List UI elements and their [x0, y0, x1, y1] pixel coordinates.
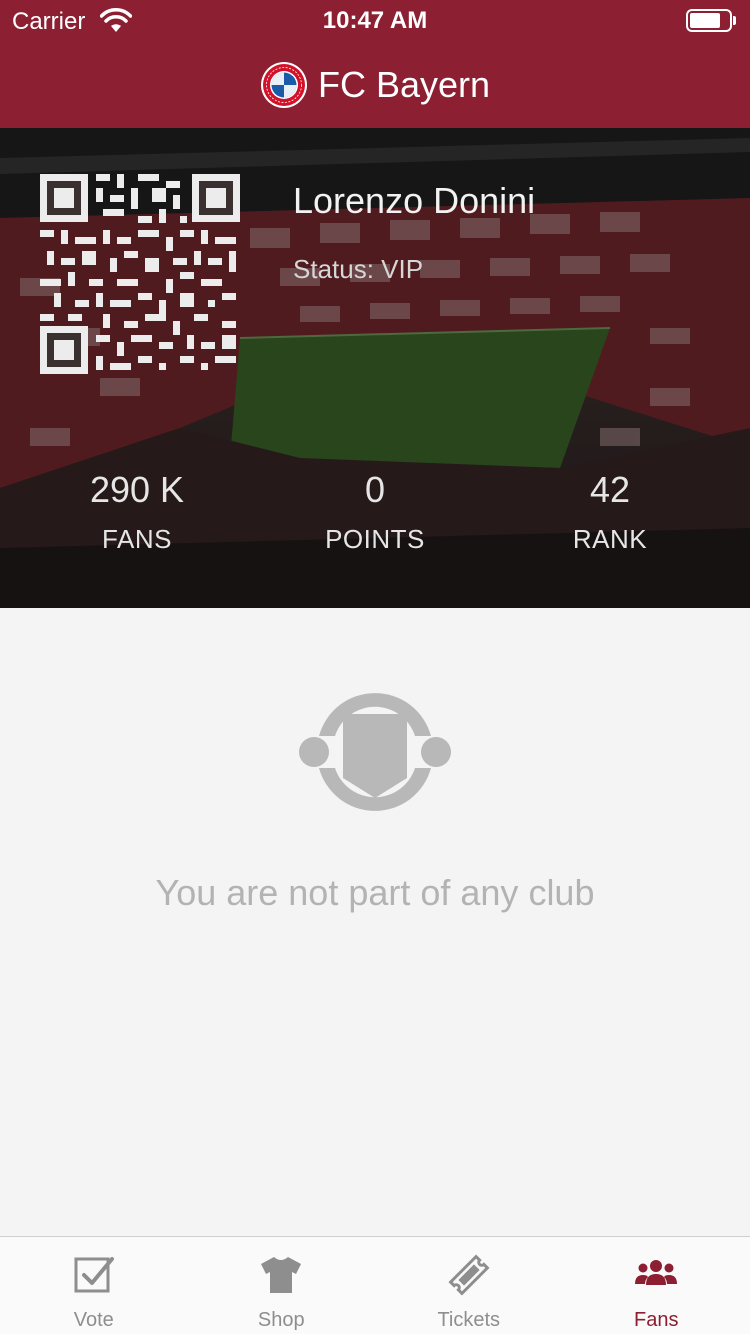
- navigation-header: Carrier 10:47 AM FC Bayern: [0, 0, 750, 128]
- stat-value: 0: [364, 469, 386, 510]
- stat-label: FANS: [102, 524, 172, 554]
- club-name-title: FC Bayern: [317, 64, 491, 105]
- club-badge-icon: [299, 693, 451, 811]
- stat-value: 290 K: [89, 469, 185, 510]
- stat-points: 0 POINTS: [275, 468, 475, 555]
- membership-status: Status: VIP: [293, 254, 424, 284]
- stat-label: RANK: [572, 524, 648, 554]
- ticket-icon: [448, 1254, 490, 1296]
- tab-shop[interactable]: Shop: [188, 1237, 376, 1334]
- empty-state-message: You are not part of any club: [155, 872, 595, 913]
- stat-rank: 42 RANK: [510, 468, 710, 555]
- tab-tickets[interactable]: Tickets: [375, 1237, 563, 1334]
- tab-label: Vote: [73, 1309, 114, 1331]
- checkbox-icon: [74, 1257, 114, 1293]
- tab-vote[interactable]: Vote: [0, 1237, 188, 1334]
- page-title: FC Bayern: [0, 60, 750, 110]
- profile-card: Lorenzo Donini Status: VIP 290 K FANS 0 …: [0, 128, 750, 608]
- club-logo-icon: [260, 62, 307, 108]
- tab-bar: Vote Shop Tickets Fans: [0, 1236, 750, 1334]
- empty-state: You are not part of any club: [0, 608, 750, 1236]
- clock: 10:47 AM: [322, 7, 428, 34]
- tab-label: Tickets: [437, 1309, 501, 1331]
- app-screen: Carrier 10:47 AM FC Bayern Lorenzo Donin…: [0, 0, 750, 1334]
- stat-value: 42: [589, 469, 631, 510]
- user-name: Lorenzo Donini: [293, 180, 536, 221]
- tab-label: Shop: [257, 1309, 305, 1331]
- fans-icon: [635, 1260, 678, 1285]
- shirt-icon: [261, 1257, 302, 1293]
- battery-icon: [686, 9, 736, 32]
- stat-label: POINTS: [325, 524, 425, 554]
- status-bar: Carrier 10:47 AM: [0, 0, 750, 40]
- tab-fans[interactable]: Fans: [563, 1237, 750, 1334]
- stat-fans: 290 K FANS: [37, 468, 237, 555]
- tab-label: Fans: [634, 1309, 679, 1331]
- membership-qr-code[interactable]: [40, 174, 240, 374]
